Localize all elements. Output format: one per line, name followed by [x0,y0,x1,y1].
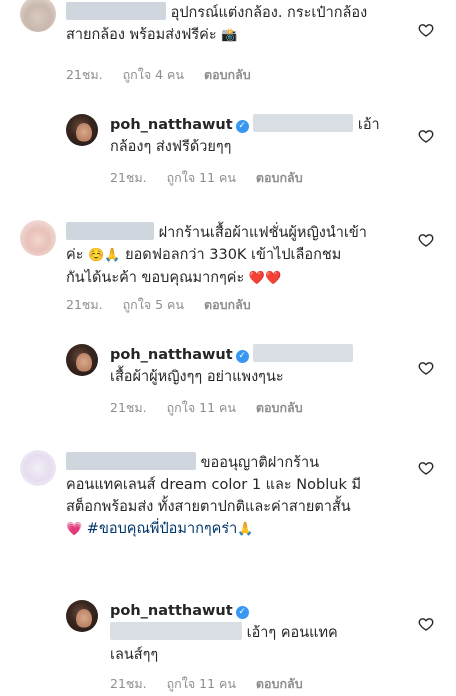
comment-meta: 21ชม. ถูกใจ 4 คน ตอบกลับ [66,65,267,85]
heart-icon[interactable] [418,128,434,144]
hashtag-link[interactable]: #ขอบคุณพี่ป๋อมากๆคร่า [87,521,238,537]
redacted-mention [110,622,242,640]
reply-button[interactable]: ตอบกลับ [256,400,303,415]
likes-count[interactable]: ถูกใจ 4 คน [123,67,184,82]
username[interactable]: poh_natthawut [110,347,233,363]
smile-pray-emoji: ☺️🙏 [88,248,121,263]
redacted-mention [253,114,354,132]
hearts-emoji: ❤️❤️ [248,271,282,286]
verified-badge-icon: ✓ [235,350,249,363]
redacted-username [66,222,154,240]
reply-button[interactable]: ตอบกลับ [256,170,303,185]
comment-meta: 21ชม. ถูกใจ 5 คน ตอบกลับ [66,295,267,315]
avatar[interactable] [66,114,98,146]
avatar[interactable] [20,220,56,256]
comment-meta: 21ชม. ถูกใจ 11 คน ตอบกลับ [110,398,319,418]
timestamp: 21ชม. [110,170,147,185]
redacted-username [66,2,166,20]
pink-heart-emoji: 💗 [66,522,83,537]
avatar[interactable] [20,0,56,32]
timestamp: 21ชม. [110,400,147,415]
comment-text: poh_natthawut ✓ เสื้อผ้าผู้หญิงๆๆ อย่าแพง… [110,344,410,388]
pray-emoji: 🙏 [237,522,254,537]
verified-badge-icon: ✓ [235,120,249,133]
timestamp: 21ชม. [66,67,103,82]
avatar[interactable] [66,600,98,632]
timestamp: 21ชม. [110,676,147,691]
reply-button[interactable]: ตอบกลับ [256,676,303,691]
avatar[interactable] [20,450,56,486]
heart-icon[interactable] [418,616,434,632]
avatar[interactable] [66,344,98,376]
comment-text: ฝากร้านเสื้อผ้าแฟชั่นผู้หญิงนำเข้า ค่ะ ☺… [66,222,426,290]
comment-text: อุปกรณ์แต่งกล้อง. กระเป๋ากล้อง สายกล้อง … [66,2,426,47]
comment-text: poh_natthawut ✓ เอ้าๆ คอนแทค เลนส์ๆๆ [110,603,338,663]
redacted-username [66,452,196,470]
heart-icon[interactable] [418,22,434,38]
camera-emoji: 📸 [221,28,238,43]
likes-count[interactable]: ถูกใจ 11 คน [167,170,236,185]
username[interactable]: poh_natthawut [110,117,233,133]
verified-badge-icon: ✓ [235,606,249,619]
likes-count[interactable]: ถูกใจ 11 คน [167,676,236,691]
likes-count[interactable]: ถูกใจ 11 คน [167,400,236,415]
heart-icon[interactable] [418,360,434,376]
username[interactable]: poh_natthawut [110,603,233,619]
comment-meta: 21ชม. ถูกใจ 11 คน ตอบกลับ [110,674,319,694]
comment-text: ขออนุญาติฝากร้าน คอนแทคเลนส์ dream color… [66,452,436,541]
likes-count[interactable]: ถูกใจ 5 คน [123,297,184,312]
reply-button[interactable]: ตอบกลับ [204,297,251,312]
heart-icon[interactable] [418,460,434,476]
redacted-mention [253,344,354,362]
comment-meta: 21ชม. ถูกใจ 11 คน ตอบกลับ [110,168,319,188]
heart-icon[interactable] [418,232,434,248]
reply-button[interactable]: ตอบกลับ [204,67,251,82]
timestamp: 21ชม. [66,297,103,312]
comment-text: poh_natthawut ✓ เอ้า กล้องๆ ส่งฟรีด้วยๆๆ [110,114,410,158]
